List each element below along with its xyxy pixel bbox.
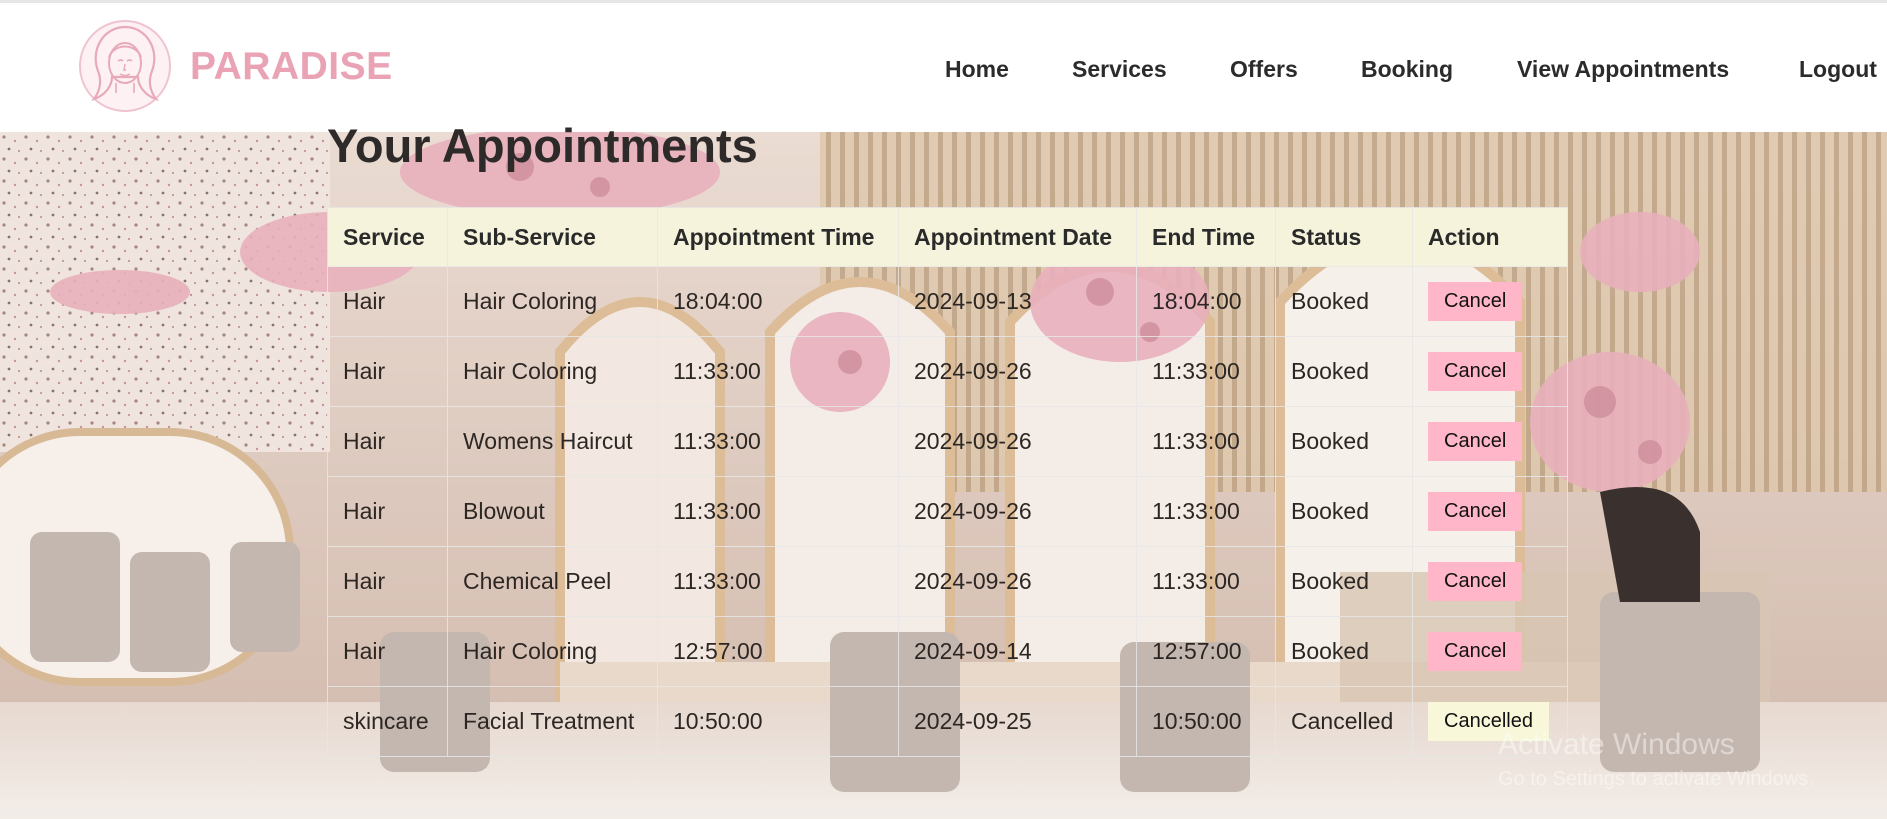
cancel-button[interactable]: Cancel [1428,352,1523,391]
cell-action: Cancel [1412,336,1568,407]
cell-service: Hair [327,546,448,617]
cell-status: Booked [1275,406,1413,477]
cell-end-time: 18:04:00 [1136,266,1276,337]
cell-status: Booked [1275,476,1413,547]
cell-end-time: 10:50:00 [1136,686,1276,757]
column-header-end-time: End Time [1136,207,1276,267]
activate-windows-watermark: Activate Windows Go to Settings to activ… [1498,728,1814,791]
cancel-button[interactable]: Cancel [1428,422,1523,461]
nav-booking-link[interactable]: Booking [1361,56,1453,83]
cell-end-time: 11:33:00 [1136,336,1276,407]
appointments-table: Service Sub-Service Appointment Time App… [327,207,1568,757]
column-header-appointment-time: Appointment Time [657,207,899,267]
cell-action: Cancel [1412,266,1568,337]
table-row: Hair Hair Coloring 12:57:00 2024-09-14 1… [327,616,1568,687]
cell-status: Booked [1275,616,1413,687]
cancel-button[interactable]: Cancel [1428,492,1523,531]
brand-name[interactable]: PARADISE [190,45,393,89]
watermark-title: Activate Windows [1498,728,1735,761]
cell-appointment-date: 2024-09-26 [898,476,1137,547]
cell-sub-service: Chemical Peel [447,546,658,617]
cell-service: Hair [327,616,448,687]
cell-status: Booked [1275,266,1413,337]
table-header-row: Service Sub-Service Appointment Time App… [327,207,1568,267]
table-row: Hair Blowout 11:33:00 2024-09-26 11:33:0… [327,476,1568,547]
cell-action: Cancel [1412,476,1568,547]
column-header-service: Service [327,207,448,267]
cell-sub-service: Hair Coloring [447,616,658,687]
cell-status: Booked [1275,546,1413,617]
nav-services-link[interactable]: Services [1072,56,1167,83]
cell-service: Hair [327,406,448,477]
cell-appointment-time: 11:33:00 [657,336,899,407]
cell-appointment-date: 2024-09-13 [898,266,1137,337]
column-header-action: Action [1412,207,1568,267]
page-title: Your Appointments [327,119,758,172]
cell-appointment-date: 2024-09-26 [898,336,1137,407]
cancel-button[interactable]: Cancel [1428,562,1523,601]
woman-face-logo-icon[interactable] [78,19,172,113]
cell-sub-service: Hair Coloring [447,336,658,407]
cell-status: Cancelled [1275,686,1413,757]
column-header-appointment-date: Appointment Date [898,207,1137,267]
cell-appointment-time: 18:04:00 [657,266,899,337]
nav-offers-link[interactable]: Offers [1230,56,1298,83]
cell-service: Hair [327,266,448,337]
table-row: Hair Hair Coloring 18:04:00 2024-09-13 1… [327,266,1568,337]
cell-sub-service: Hair Coloring [447,266,658,337]
cell-action: Cancel [1412,406,1568,477]
cancel-button[interactable]: Cancel [1428,282,1523,321]
column-header-sub-service: Sub-Service [447,207,658,267]
cell-appointment-date: 2024-09-25 [898,686,1137,757]
nav-view-appointments-link[interactable]: View Appointments [1517,56,1729,83]
cell-appointment-date: 2024-09-26 [898,406,1137,477]
cell-service: Hair [327,336,448,407]
table-row: Hair Chemical Peel 11:33:00 2024-09-26 1… [327,546,1568,617]
cancel-button[interactable]: Cancel [1428,632,1523,671]
watermark-subtitle: Go to Settings to activate Windows. [1498,768,1814,790]
cell-sub-service: Blowout [447,476,658,547]
cell-appointment-time: 12:57:00 [657,616,899,687]
cell-end-time: 12:57:00 [1136,616,1276,687]
table-row: skincare Facial Treatment 10:50:00 2024-… [327,686,1568,757]
cell-appointment-date: 2024-09-14 [898,616,1137,687]
cell-sub-service: Womens Haircut [447,406,658,477]
cell-status: Booked [1275,336,1413,407]
cell-appointment-time: 11:33:00 [657,546,899,617]
cell-service: skincare [327,686,448,757]
cell-appointment-time: 11:33:00 [657,476,899,547]
cell-appointment-date: 2024-09-26 [898,546,1137,617]
navbar: PARADISE Home Services Offers Booking Vi… [0,3,1887,132]
cell-appointment-time: 10:50:00 [657,686,899,757]
cell-end-time: 11:33:00 [1136,406,1276,477]
table-row: Hair Womens Haircut 11:33:00 2024-09-26 … [327,406,1568,477]
table-row: Hair Hair Coloring 11:33:00 2024-09-26 1… [327,336,1568,407]
cell-appointment-time: 11:33:00 [657,406,899,477]
cell-service: Hair [327,476,448,547]
cell-end-time: 11:33:00 [1136,476,1276,547]
cell-sub-service: Facial Treatment [447,686,658,757]
cell-end-time: 11:33:00 [1136,546,1276,617]
column-header-status: Status [1275,207,1413,267]
nav-home-link[interactable]: Home [945,56,1009,83]
cell-action: Cancel [1412,616,1568,687]
cell-action: Cancel [1412,546,1568,617]
nav-logout-link[interactable]: Logout [1799,56,1877,83]
